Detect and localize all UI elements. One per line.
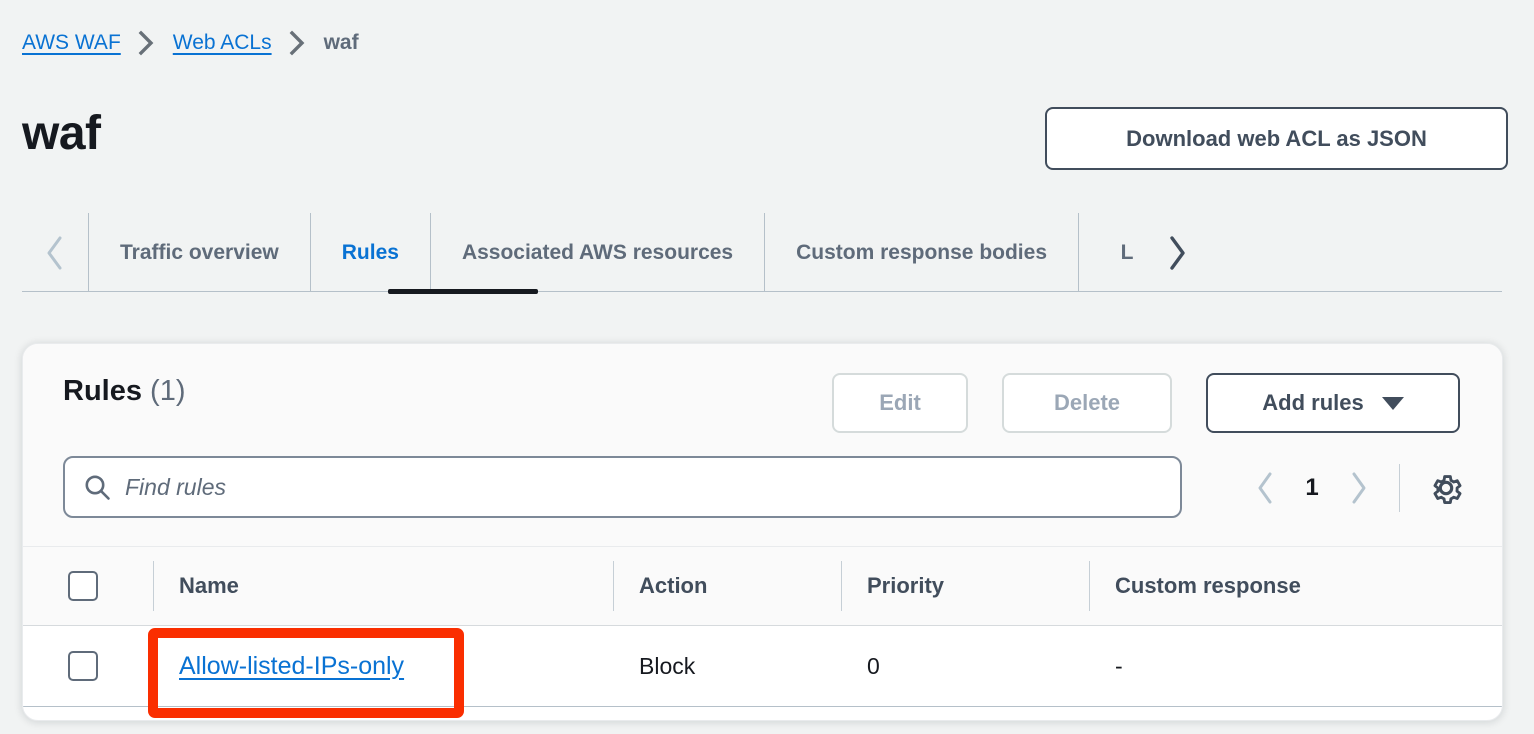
pagination: 1 (1241, 464, 1468, 512)
edit-button[interactable]: Edit (832, 373, 968, 433)
rules-panel: Rules (1) Edit Delete Add rules Find rul… (22, 343, 1503, 721)
rules-title-text: Rules (63, 375, 142, 407)
table-header-row: Name Action Priority Custom response (23, 546, 1502, 626)
rules-filter-row: 1 (23, 450, 1502, 546)
rules-table-body: Allow-listed-IPs-only Block 0 - (23, 625, 1502, 707)
pagination-divider (1399, 464, 1400, 512)
search-icon (83, 473, 111, 501)
tab-traffic-overview[interactable]: Traffic overview (88, 213, 310, 292)
cell-action: Block (613, 625, 841, 707)
tab-scroll-left-button[interactable] (22, 213, 88, 292)
cell-rule-name: Allow-listed-IPs-only (153, 625, 613, 707)
tab-label: Custom response bodies (796, 240, 1047, 264)
search-input[interactable] (125, 473, 1025, 501)
breadcrumb-item-web-acls[interactable]: Web ACLs (173, 31, 272, 55)
rules-count: (1) (150, 375, 186, 407)
rules-panel-header: Rules (1) Edit Delete Add rules (23, 344, 1502, 450)
column-header-name: Name (153, 546, 613, 626)
column-label: Name (179, 573, 239, 598)
tab-scroll-right-button[interactable] (1144, 213, 1210, 292)
priority-value: 0 (867, 652, 880, 679)
download-web-acl-json-button[interactable]: Download web ACL as JSON (1045, 107, 1508, 170)
pagination-next-button[interactable] (1333, 464, 1383, 512)
column-label: Priority (867, 573, 945, 598)
custom-response-value: - (1115, 652, 1123, 679)
delete-button[interactable]: Delete (1002, 373, 1172, 433)
add-rules-button[interactable]: Add rules (1206, 373, 1460, 433)
tab-associated-aws-resources[interactable]: Associated AWS resources (429, 213, 764, 292)
column-header-priority: Priority (841, 546, 1089, 626)
pagination-prev-button[interactable] (1241, 464, 1291, 512)
rule-name-link[interactable]: Allow-listed-IPs-only (179, 652, 404, 681)
tab-bar: Traffic overview Rules Associated AWS re… (22, 213, 1502, 308)
find-rules-search-box[interactable] (63, 456, 1182, 518)
tab-label: Traffic overview (120, 240, 279, 264)
select-all-checkbox[interactable] (68, 571, 98, 601)
chevron-right-icon (138, 30, 156, 56)
tab-active-indicator (388, 289, 538, 294)
page-title: waf (22, 107, 101, 160)
add-rules-label: Add rules (1262, 390, 1364, 415)
tab-underline (22, 289, 1502, 308)
table-row[interactable]: Allow-listed-IPs-only Block 0 - (23, 625, 1502, 707)
action-value: Block (639, 652, 696, 679)
row-checkbox[interactable] (68, 651, 98, 681)
rules-table-head: Name Action Priority Custom response (23, 546, 1502, 626)
tab-rules[interactable]: Rules (309, 213, 430, 292)
pagination-page-1[interactable]: 1 (1291, 474, 1333, 502)
tab-list: Traffic overview Rules Associated AWS re… (22, 213, 1502, 292)
select-all-header (23, 546, 153, 626)
tab-custom-response-bodies[interactable]: Custom response bodies (764, 213, 1078, 292)
cell-custom-response: - (1089, 625, 1502, 707)
chevron-right-icon (289, 30, 307, 56)
column-header-action: Action (613, 546, 841, 626)
breadcrumb-item-aws-waf[interactable]: AWS WAF (22, 31, 121, 55)
tab-label: Associated AWS resources (461, 240, 734, 264)
row-select-cell (23, 625, 153, 707)
tab-logging-and-metrics[interactable]: L (1078, 213, 1144, 292)
column-label: Action (639, 573, 708, 598)
tab-label: L (1120, 240, 1134, 264)
breadcrumb: AWS WAF Web ACLs waf (22, 26, 359, 60)
rules-panel-title: Rules (1) (63, 375, 186, 408)
cell-priority: 0 (841, 625, 1089, 707)
chevron-down-icon (1381, 396, 1404, 410)
column-header-custom-response: Custom response (1089, 546, 1502, 626)
rules-panel-actions: Edit Delete Add rules (832, 373, 1460, 433)
rules-table: Name Action Priority Custom response All… (23, 546, 1502, 707)
gear-icon[interactable] (1424, 466, 1468, 510)
column-label: Custom response (1115, 573, 1301, 598)
tab-label: Rules (341, 240, 399, 264)
breadcrumb-item-current: waf (323, 31, 359, 54)
